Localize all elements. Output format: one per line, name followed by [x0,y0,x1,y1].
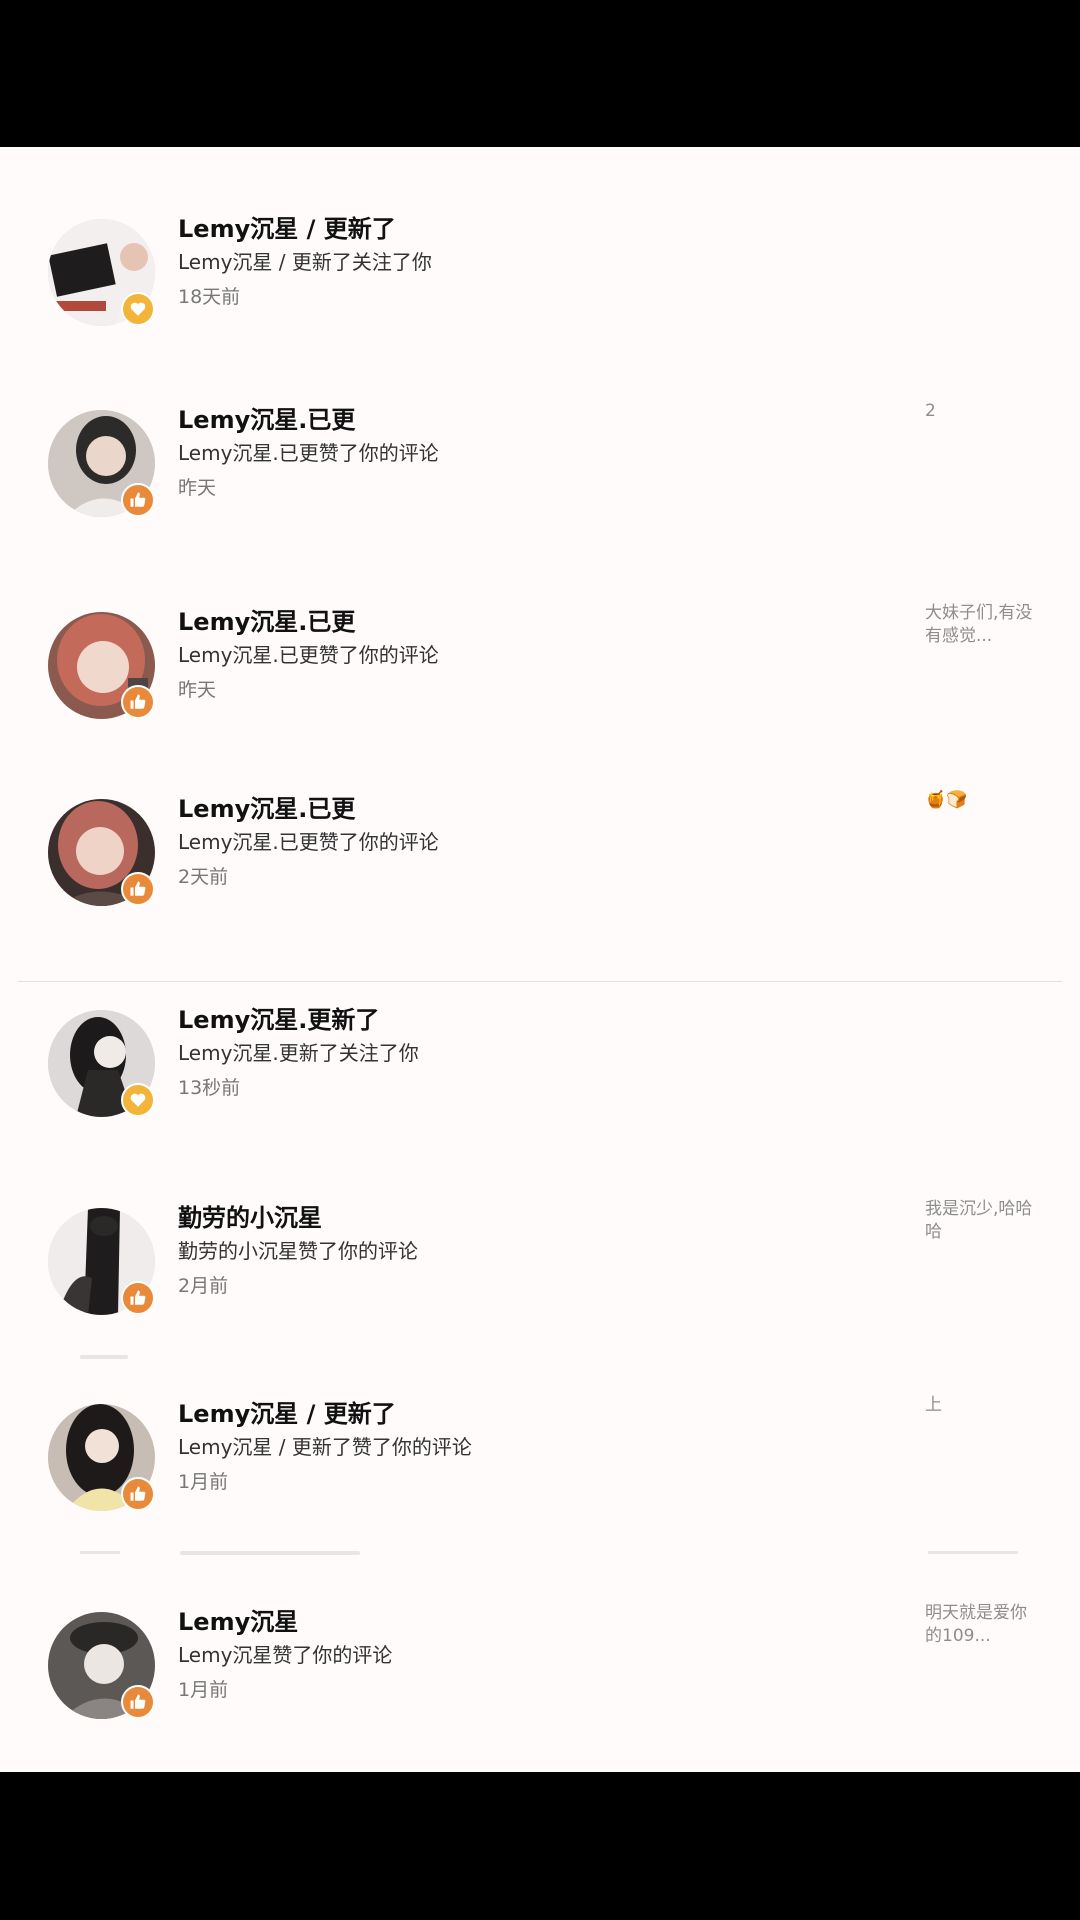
timestamp: 18天前 [178,286,241,308]
timestamp: 13秒前 [178,1077,241,1099]
thumbs-up-icon [121,1477,155,1511]
notification-text: Lemy沉星.已更赞了你的评论 [178,830,439,854]
list-item[interactable]: Lemy沉星 / 更新了 Lemy沉星 / 更新了关注了你 18天前 [0,209,1080,359]
timestamp: 2月前 [178,1275,229,1297]
list-item[interactable]: Lemy沉星.更新了 Lemy沉星.更新了关注了你 13秒前 [0,1000,1080,1150]
user-name[interactable]: Lemy沉星 [178,1602,298,1637]
timestamp: 昨天 [178,477,217,499]
comment-snippet[interactable]: 我是沉少,哈哈哈 [925,1198,1035,1244]
notification-list: Lemy沉星 / 更新了 Lemy沉星 / 更新了关注了你 18天前 Lemy沉… [0,147,1080,1772]
avatar[interactable] [48,410,155,517]
user-name[interactable]: 勤劳的小沉星 [178,1198,322,1233]
avatar[interactable] [48,612,155,719]
user-name[interactable]: Lemy沉星.更新了 [178,1000,379,1035]
avatar[interactable] [48,799,155,906]
list-item[interactable]: Lemy沉星.已更 Lemy沉星.已更赞了你的评论 2天前 🍯🍞 [0,789,1080,939]
avatar[interactable] [48,219,155,326]
user-name[interactable]: Lemy沉星.已更 [178,789,355,824]
notification-text: 勤劳的小沉星赞了你的评论 [178,1239,418,1263]
notification-text: Lemy沉星.已更赞了你的评论 [178,643,439,667]
comment-snippet[interactable]: 2 [925,400,1035,423]
notification-text: Lemy沉星 / 更新了赞了你的评论 [178,1435,472,1459]
timestamp: 2天前 [178,866,229,888]
avatar[interactable] [48,1208,155,1315]
user-name[interactable]: Lemy沉星.已更 [178,602,355,637]
notification-text: Lemy沉星.更新了关注了你 [178,1041,419,1065]
timestamp: 昨天 [178,679,217,701]
thumbs-up-icon [121,483,155,517]
list-item[interactable]: Lemy沉星 / 更新了 Lemy沉星 / 更新了赞了你的评论 1月前 上 [0,1394,1080,1544]
thumbs-up-icon [121,685,155,719]
notification-text: Lemy沉星赞了你的评论 [178,1643,393,1667]
thumbs-up-icon [121,872,155,906]
avatar[interactable] [48,1404,155,1511]
scroll-ghost-edge [928,1551,1018,1554]
user-name[interactable]: Lemy沉星.已更 [178,400,355,435]
comment-snippet[interactable]: 明天就是爱你的109... [925,1602,1035,1648]
notification-text: Lemy沉星.已更赞了你的评论 [178,441,439,465]
scroll-ghost-edge [80,1551,120,1554]
avatar[interactable] [48,1612,155,1719]
scroll-ghost-edge [180,1551,360,1555]
notification-text: Lemy沉星 / 更新了关注了你 [178,250,432,274]
scroll-ghost-edge [80,1355,128,1359]
list-item[interactable]: 勤劳的小沉星 勤劳的小沉星赞了你的评论 2月前 我是沉少,哈哈哈 [0,1198,1080,1348]
avatar[interactable] [48,1010,155,1117]
navigation-bar [0,1772,1080,1920]
timestamp: 1月前 [178,1471,229,1493]
list-item[interactable]: Lemy沉星 Lemy沉星赞了你的评论 1月前 明天就是爱你的109... [0,1602,1080,1752]
user-name[interactable]: Lemy沉星 / 更新了 [178,209,396,244]
comment-snippet[interactable]: 🍯🍞 [925,789,1035,812]
user-name[interactable]: Lemy沉星 / 更新了 [178,1394,396,1429]
section-divider [18,981,1062,982]
comment-snippet[interactable]: 上 [925,1394,1035,1417]
thumbs-up-icon [121,1685,155,1719]
list-item[interactable]: Lemy沉星.已更 Lemy沉星.已更赞了你的评论 昨天 大妹子们,有没有感觉.… [0,602,1080,752]
timestamp: 1月前 [178,1679,229,1701]
status-bar [0,0,1080,147]
heart-icon [121,292,155,326]
thumbs-up-icon [121,1281,155,1315]
heart-icon [121,1083,155,1117]
comment-snippet[interactable]: 大妹子们,有没有感觉... [925,602,1035,648]
list-item[interactable]: Lemy沉星.已更 Lemy沉星.已更赞了你的评论 昨天 2 [0,400,1080,550]
